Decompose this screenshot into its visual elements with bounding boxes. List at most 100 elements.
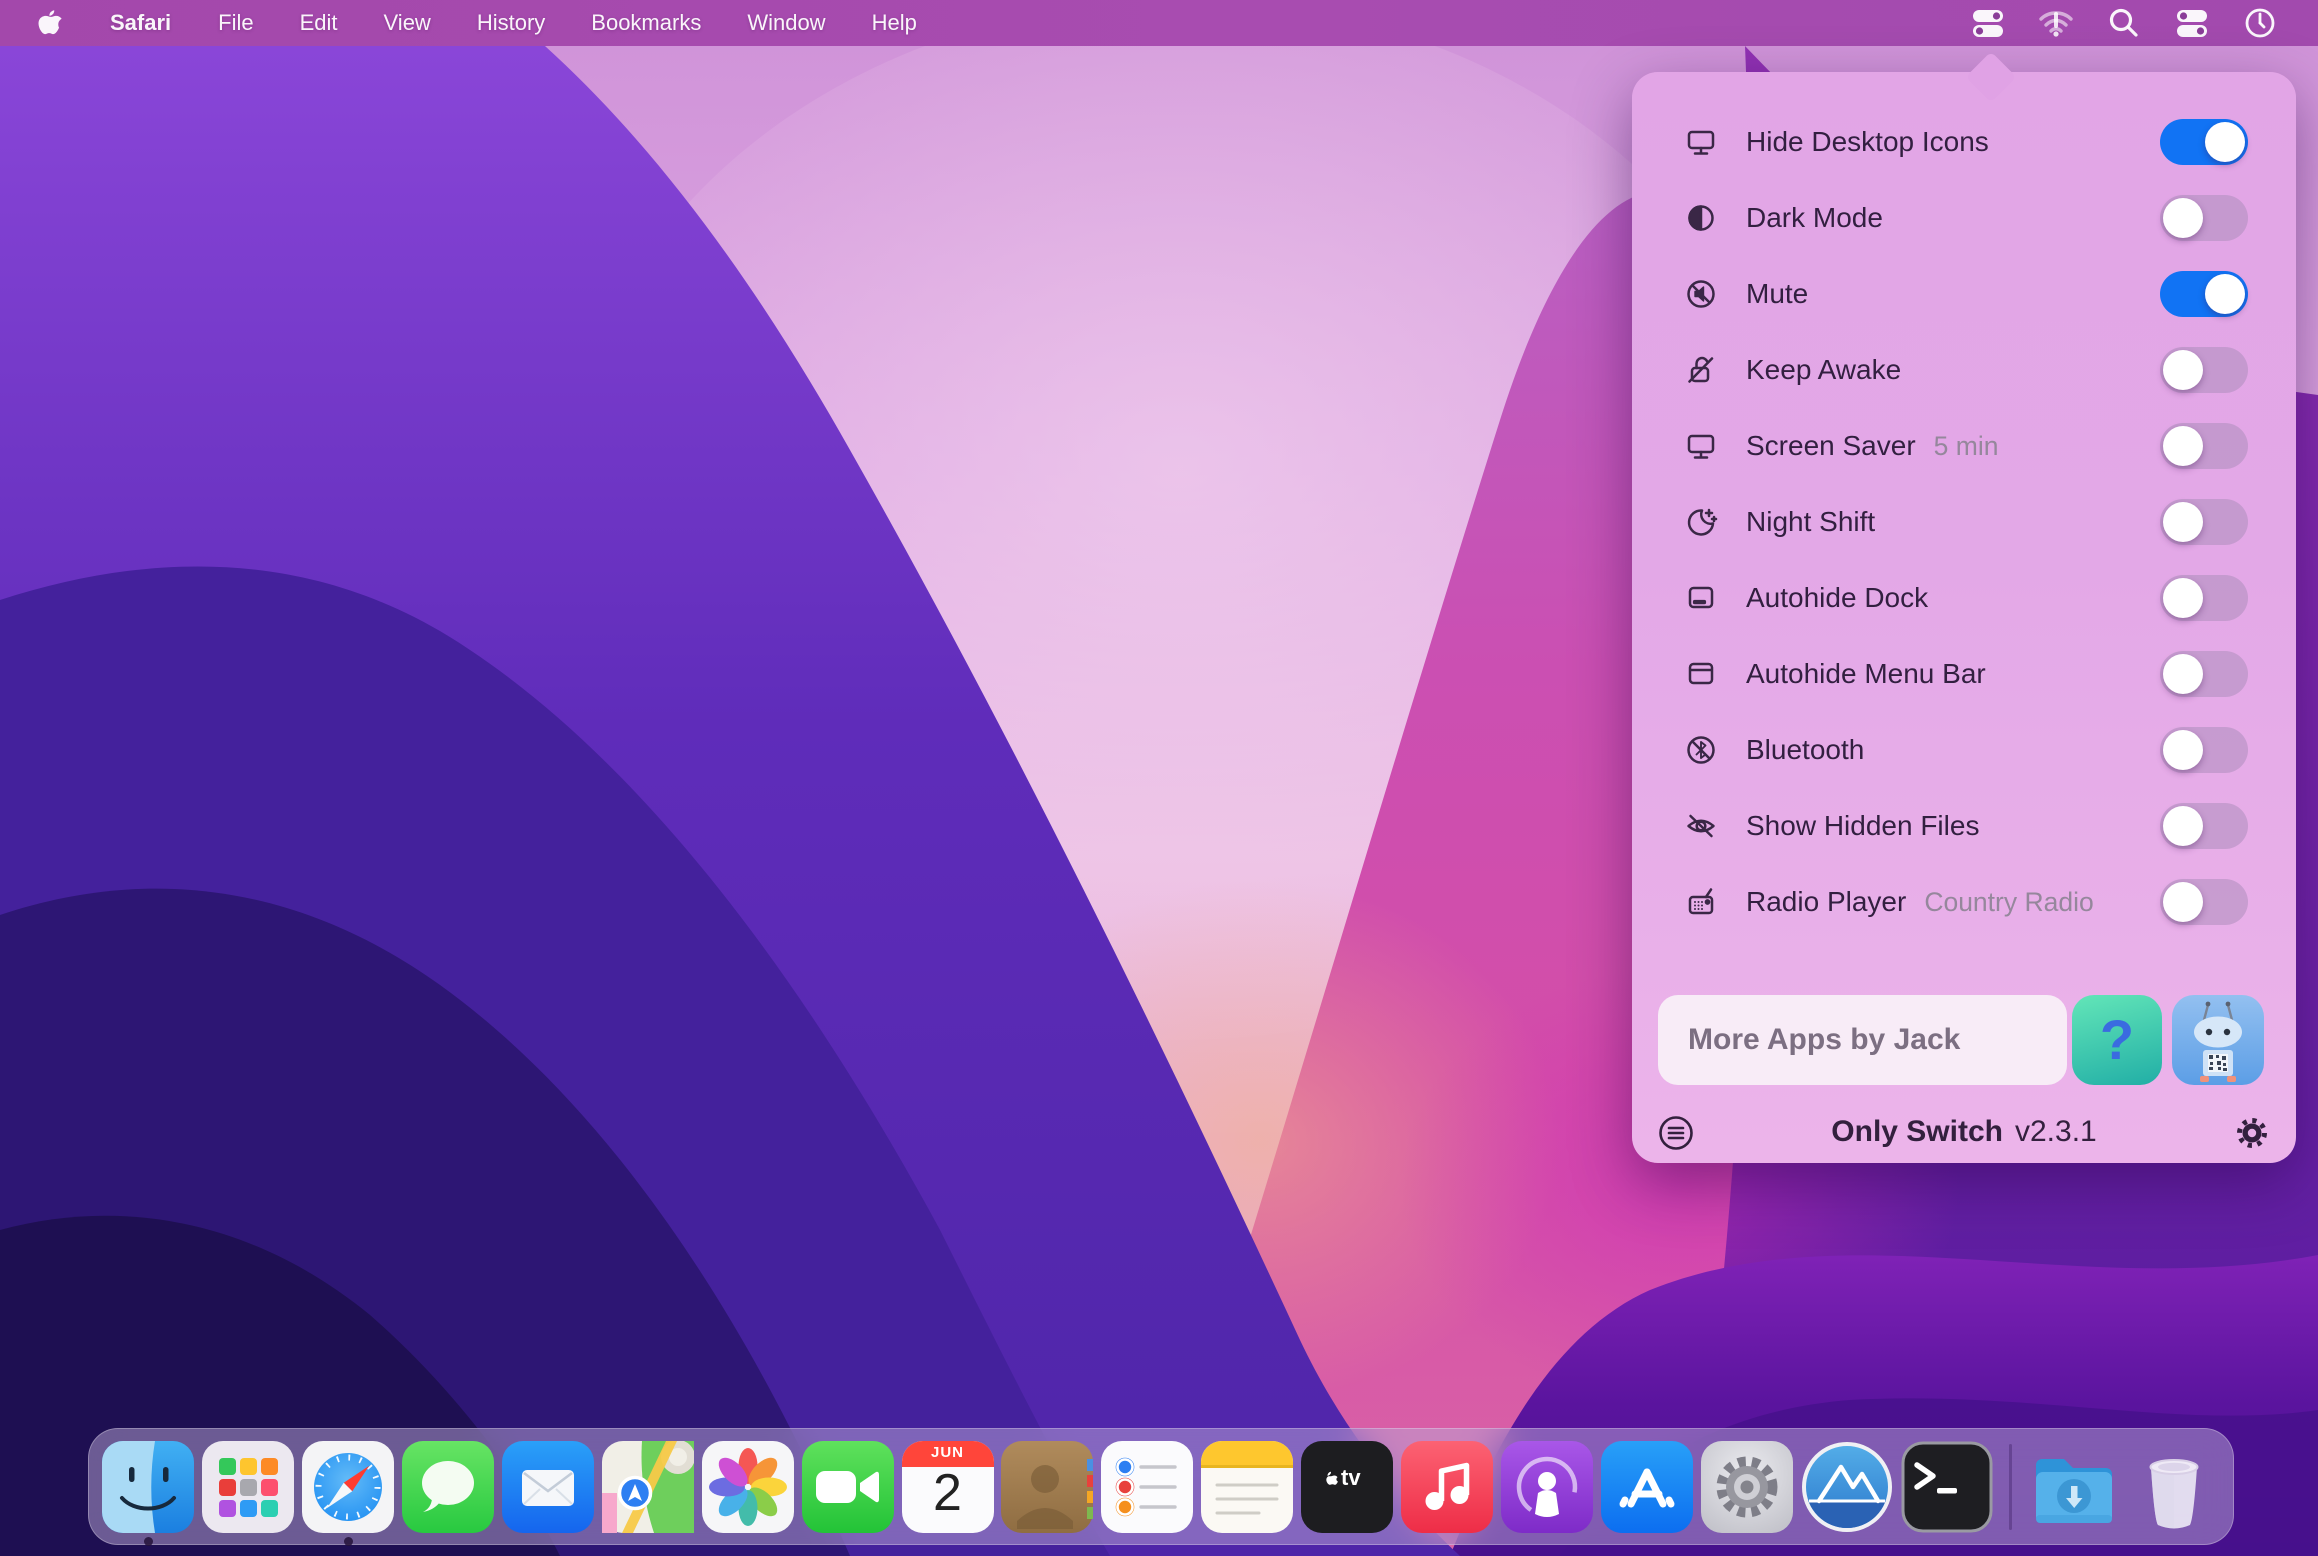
apple-menu[interactable] (0, 9, 86, 37)
radio-icon (1682, 883, 1720, 921)
switch-value: Country Radio (1924, 887, 2093, 918)
dock-item-calendar[interactable]: JUN 2 (902, 1441, 994, 1533)
robot-app-icon[interactable] (2172, 995, 2264, 1085)
dock-item-launchpad[interactable] (202, 1441, 294, 1533)
eye-slash-icon (1682, 807, 1720, 845)
dock-separator (2009, 1444, 2012, 1530)
dock-item-contacts[interactable] (1001, 1441, 1093, 1533)
toggle-knob (2205, 274, 2245, 314)
toggle-screen-saver[interactable] (2160, 423, 2248, 469)
switch-label: Hide Desktop Icons (1746, 126, 1989, 158)
only-switch-panel: Hide Desktop IconsDark ModeMuteKeep Awak… (1632, 72, 2296, 1163)
toggle-knob (2163, 730, 2203, 770)
menu-bar: Safari FileEditViewHistoryBookmarksWindo… (0, 0, 2318, 46)
switch-label: Mute (1746, 278, 1808, 310)
switch-row-autohide-dock: Autohide Dock (1632, 560, 2296, 636)
menu-item-help[interactable]: Help (849, 10, 940, 35)
dock-item-downloads[interactable] (2028, 1441, 2120, 1533)
menu-item-app-name[interactable]: Safari (86, 10, 195, 36)
dock-item-maps[interactable] (602, 1441, 694, 1533)
switch-list: Hide Desktop IconsDark ModeMuteKeep Awak… (1632, 104, 2296, 940)
more-apps-label: More Apps by Jack (1658, 1023, 1960, 1057)
spotlight-search-icon[interactable] (2104, 3, 2144, 43)
dock-item-notes[interactable] (1201, 1441, 1293, 1533)
dock-item-messages[interactable] (402, 1441, 494, 1533)
lock-slash-icon (1682, 351, 1720, 389)
toggle-mute[interactable] (2160, 271, 2248, 317)
dock-item-trash[interactable] (2128, 1441, 2220, 1533)
toggle-knob (2163, 198, 2203, 238)
dock-item-music[interactable] (1401, 1441, 1493, 1533)
switch-row-show-hidden-files: Show Hidden Files (1632, 788, 2296, 864)
menu-item-window[interactable]: Window (724, 10, 848, 35)
switch-row-hide-desktop-icons: Hide Desktop Icons (1632, 104, 2296, 180)
toggle-bluetooth[interactable] (2160, 727, 2248, 773)
dock-item-photos[interactable] (702, 1441, 794, 1533)
toggle-knob (2163, 654, 2203, 694)
running-indicator (144, 1537, 153, 1546)
dock-item-safari[interactable] (302, 1441, 394, 1533)
dock-item-podcasts[interactable] (1501, 1441, 1593, 1533)
dock-item-tv[interactable]: tv (1301, 1441, 1393, 1533)
toggle-knob (2163, 350, 2203, 390)
contrast-icon (1682, 199, 1720, 237)
switch-label: Night Shift (1746, 506, 1875, 538)
running-indicator (344, 1537, 353, 1546)
more-apps-banner[interactable]: More Apps by Jack (1658, 995, 2067, 1085)
display-icon (1682, 123, 1720, 161)
menu-item-view[interactable]: View (361, 10, 454, 35)
toggle-hide-desktop-icons[interactable] (2160, 119, 2248, 165)
toggle-knob (2205, 122, 2245, 162)
dock-item-app-cleaner[interactable] (1801, 1441, 1893, 1533)
help-app-icon[interactable]: ? (2072, 995, 2162, 1085)
toggle-knob (2163, 806, 2203, 846)
menu-item-bookmarks[interactable]: Bookmarks (568, 10, 724, 35)
switch-row-autohide-menu-bar: Autohide Menu Bar (1632, 636, 2296, 712)
dock-item-reminders[interactable] (1101, 1441, 1193, 1533)
toggle-keep-awake[interactable] (2160, 347, 2248, 393)
wifi-warning-icon[interactable] (2036, 3, 2076, 43)
dock-square-icon (1682, 579, 1720, 617)
switch-row-bluetooth: Bluetooth (1632, 712, 2296, 788)
calendar-month: JUN (902, 1444, 994, 1461)
control-center-icon[interactable] (2172, 3, 2212, 43)
toggle-show-hidden-files[interactable] (2160, 803, 2248, 849)
toggle-night-shift[interactable] (2160, 499, 2248, 545)
switch-label: Autohide Menu Bar (1746, 658, 1986, 690)
toggle-radio-player[interactable] (2160, 879, 2248, 925)
app-name: Only Switch (1831, 1115, 2003, 1148)
dock-item-mail[interactable] (502, 1441, 594, 1533)
toggle-dark-mode[interactable] (2160, 195, 2248, 241)
dock-item-app-store[interactable] (1601, 1441, 1693, 1533)
dock-item-finder[interactable] (102, 1441, 194, 1533)
dock-item-terminal[interactable] (1901, 1441, 1993, 1533)
calendar-day: 2 (902, 1463, 994, 1523)
switch-row-mute: Mute (1632, 256, 2296, 332)
app-title: Only Switch v2.3.1 (1632, 1115, 2296, 1149)
toggle-knob (2163, 502, 2203, 542)
switch-row-radio-player: Radio PlayerCountry Radio (1632, 864, 2296, 940)
menu-item-edit[interactable]: Edit (277, 10, 361, 35)
panel-footer: Only Switch v2.3.1 (1632, 1113, 2296, 1153)
only-switch-menu-icon[interactable] (1968, 3, 2008, 43)
dock-item-facetime[interactable] (802, 1441, 894, 1533)
moon-icon (1682, 503, 1720, 541)
toggle-autohide-dock[interactable] (2160, 575, 2248, 621)
switch-label: Show Hidden Files (1746, 810, 1979, 842)
apple-logo-icon (38, 9, 62, 37)
switch-label: Autohide Dock (1746, 582, 1928, 614)
menu-item-history[interactable]: History (454, 10, 568, 35)
menu-item-file[interactable]: File (195, 10, 276, 35)
desktop: { "menu_bar": { "app_name": "Safari", "m… (0, 0, 2318, 1556)
switch-label: Dark Mode (1746, 202, 1883, 234)
bluetooth-slash-icon (1682, 731, 1720, 769)
switch-row-dark-mode: Dark Mode (1632, 180, 2296, 256)
switch-value: 5 min (1934, 431, 1999, 462)
settings-gear-button[interactable] (2232, 1113, 2272, 1153)
dock-item-system-preferences[interactable] (1701, 1441, 1793, 1533)
clock-icon[interactable] (2240, 3, 2280, 43)
mute-icon (1682, 275, 1720, 313)
svg-text:tv: tv (1341, 1465, 1361, 1490)
app-version: v2.3.1 (2015, 1115, 2097, 1148)
toggle-autohide-menu-bar[interactable] (2160, 651, 2248, 697)
